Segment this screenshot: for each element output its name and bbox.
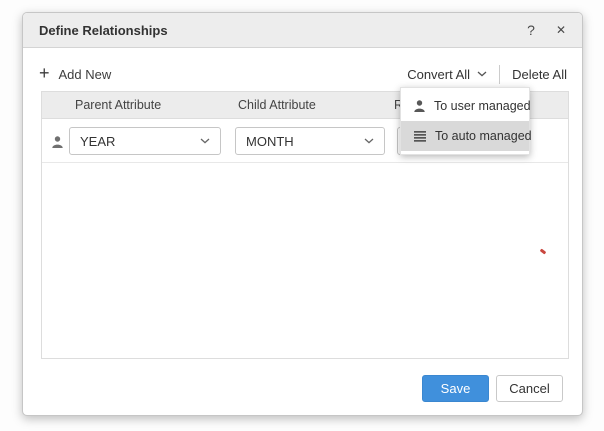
delete-all-button[interactable]: Delete All bbox=[512, 67, 567, 82]
convert-all-label: Convert All bbox=[407, 67, 470, 82]
define-relationships-dialog: Define Relationships ? ✕ + Add New Conve… bbox=[22, 12, 583, 416]
dialog-header: Define Relationships ? ✕ bbox=[23, 13, 582, 48]
convert-all-button[interactable]: Convert All bbox=[407, 67, 487, 82]
chevron-down-icon bbox=[364, 138, 374, 144]
chevron-down-icon bbox=[200, 138, 210, 144]
menu-item-to-user-managed[interactable]: To user managed bbox=[401, 91, 529, 121]
parent-attribute-value: YEAR bbox=[80, 134, 115, 149]
parent-attribute-select[interactable]: YEAR bbox=[69, 127, 221, 155]
plus-icon: + bbox=[39, 64, 50, 82]
menu-item-to-auto-managed[interactable]: To auto managed bbox=[401, 121, 529, 151]
add-new-button[interactable]: + Add New bbox=[39, 66, 111, 82]
toolbar-divider bbox=[499, 65, 500, 84]
required-asterisk-tip bbox=[540, 248, 547, 254]
auto-managed-icon bbox=[414, 131, 426, 142]
column-header-parent-attribute: Parent Attribute bbox=[75, 98, 161, 112]
add-new-label: Add New bbox=[59, 67, 112, 82]
screen: Define Relationships ? ✕ + Add New Conve… bbox=[0, 0, 604, 431]
user-icon bbox=[414, 100, 425, 112]
header-actions: ? ✕ bbox=[527, 22, 566, 38]
convert-all-menu: To user managed To auto managed bbox=[400, 87, 530, 155]
cancel-button[interactable]: Cancel bbox=[496, 375, 563, 402]
column-header-child-attribute: Child Attribute bbox=[238, 98, 316, 112]
chevron-down-icon bbox=[477, 71, 487, 77]
dialog-title: Define Relationships bbox=[39, 23, 168, 38]
toolbar-right: Convert All Delete All bbox=[407, 65, 567, 84]
menu-item-label: To user managed bbox=[434, 99, 531, 113]
help-icon[interactable]: ? bbox=[527, 22, 535, 38]
toolbar: + Add New Convert All Delete All bbox=[39, 59, 567, 89]
close-icon[interactable]: ✕ bbox=[556, 23, 566, 37]
menu-item-label: To auto managed bbox=[435, 129, 532, 143]
child-attribute-value: MONTH bbox=[246, 134, 294, 149]
dialog-footer: Save Cancel bbox=[422, 375, 563, 402]
user-managed-icon[interactable] bbox=[52, 135, 63, 153]
child-attribute-select[interactable]: MONTH bbox=[235, 127, 385, 155]
save-button[interactable]: Save bbox=[422, 375, 489, 402]
